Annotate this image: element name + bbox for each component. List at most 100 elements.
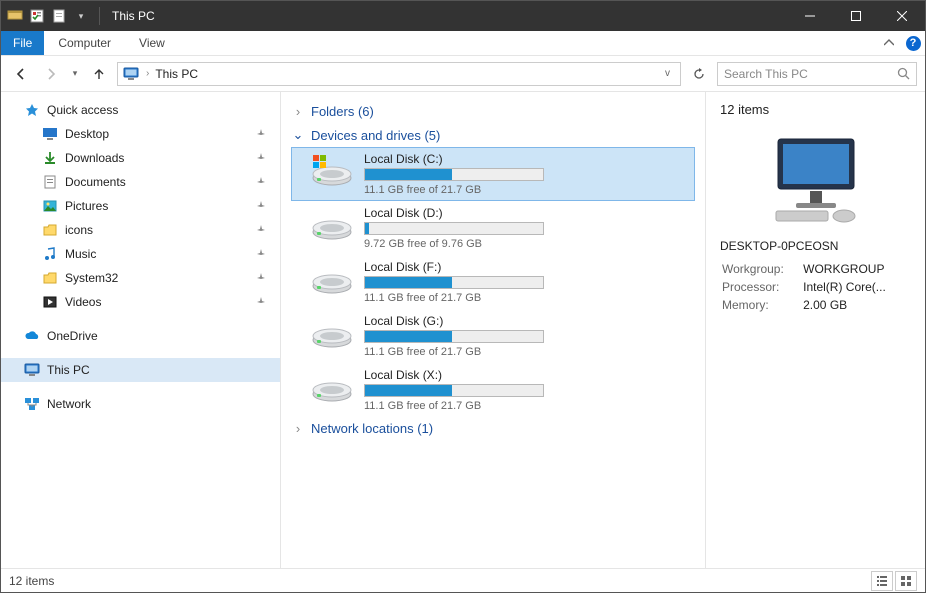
pin-icon xyxy=(256,297,266,307)
details-table: Workgroup:WORKGROUPProcessor:Intel(R) Co… xyxy=(720,259,911,315)
quick-access-icon xyxy=(23,101,41,119)
drive-icon xyxy=(310,206,354,242)
maximize-button[interactable] xyxy=(833,1,879,31)
details-row: Memory:2.00 GB xyxy=(722,297,909,313)
sidebar-pinned-item[interactable]: Videos xyxy=(1,290,280,314)
ribbon-collapse-button[interactable] xyxy=(877,31,901,55)
drive-name: Local Disk (D:) xyxy=(364,206,564,222)
drive-usage-bar xyxy=(364,222,544,235)
qat-dropdown-icon[interactable]: ▾ xyxy=(73,8,89,24)
drive-name: Local Disk (X:) xyxy=(364,368,564,384)
file-menu[interactable]: File xyxy=(1,31,44,55)
ribbon: File Computer View ? xyxy=(1,31,925,56)
refresh-button[interactable] xyxy=(687,62,711,86)
pin-icon xyxy=(256,153,266,163)
address-dropdown[interactable]: v xyxy=(659,68,676,79)
sidebar-pinned-item[interactable]: Pictures xyxy=(1,194,280,218)
breadcrumb[interactable]: This PC xyxy=(155,67,653,81)
quick-access-toolbar: ▾ xyxy=(1,7,104,25)
this-pc-icon xyxy=(122,65,140,83)
drive-name: Local Disk (C:) xyxy=(364,152,564,168)
title-bar: ▾ This PC xyxy=(1,1,925,31)
status-text: 12 items xyxy=(9,574,54,588)
help-button[interactable]: ? xyxy=(901,31,925,55)
chevron-right-icon: › xyxy=(146,68,149,79)
pc-name: DESKTOP-0PCEOSN xyxy=(720,239,911,259)
sidebar-item-label: Network xyxy=(47,397,91,411)
nav-recent-dropdown[interactable]: ▾ xyxy=(69,62,81,86)
drive-info: Local Disk (G:)11.1 GB free of 21.7 GB xyxy=(364,314,564,358)
nav-back-button[interactable] xyxy=(9,62,33,86)
music-icon xyxy=(41,245,59,263)
folder-icon xyxy=(41,269,59,287)
pin-icon xyxy=(256,201,266,211)
view-large-icons-button[interactable] xyxy=(895,571,917,591)
details-key: Processor: xyxy=(722,279,801,295)
qat-properties-icon[interactable] xyxy=(29,8,45,24)
window-title: This PC xyxy=(112,9,155,23)
nav-up-button[interactable] xyxy=(87,62,111,86)
sidebar-onedrive[interactable]: OneDrive xyxy=(1,324,280,348)
details-key: Memory: xyxy=(722,297,801,313)
sidebar-network[interactable]: Network xyxy=(1,392,280,416)
search-icon[interactable] xyxy=(890,67,916,80)
drive-name: Local Disk (G:) xyxy=(364,314,564,330)
app-icon xyxy=(7,8,23,24)
chevron-right-icon: › xyxy=(291,104,305,119)
nav-forward-button[interactable] xyxy=(39,62,63,86)
sidebar-pinned-item[interactable]: Music xyxy=(1,242,280,266)
address-bar[interactable]: › This PC v xyxy=(117,62,681,86)
drive-usage-bar xyxy=(364,168,544,181)
drive-free-text: 9.72 GB free of 9.76 GB xyxy=(364,235,564,250)
content-area: › Folders (6) ⌄ Devices and drives (5) L… xyxy=(281,92,925,568)
drive-icon xyxy=(310,260,354,296)
drive-name: Local Disk (F:) xyxy=(364,260,564,276)
onedrive-icon xyxy=(23,327,41,345)
details-value: 2.00 GB xyxy=(803,297,909,313)
group-network-header[interactable]: › Network locations (1) xyxy=(291,417,695,440)
drive-item[interactable]: Local Disk (F:)11.1 GB free of 21.7 GB xyxy=(291,255,695,309)
network-icon xyxy=(23,395,41,413)
tab-view[interactable]: View xyxy=(125,31,179,55)
drive-info: Local Disk (D:) 9.72 GB free of 9.76 GB xyxy=(364,206,564,250)
group-devices-header[interactable]: ⌄ Devices and drives (5) xyxy=(291,123,695,147)
details-row: Processor:Intel(R) Core(... xyxy=(722,279,909,295)
sidebar-pinned-item[interactable]: Downloads xyxy=(1,146,280,170)
sidebar-pinned-item[interactable]: System32 xyxy=(1,266,280,290)
group-folders-header[interactable]: › Folders (6) xyxy=(291,100,695,123)
pin-icon xyxy=(256,225,266,235)
nav-row: ▾ › This PC v xyxy=(1,56,925,92)
drive-item[interactable]: Local Disk (G:)11.1 GB free of 21.7 GB xyxy=(291,309,695,363)
drive-icon xyxy=(310,368,354,404)
file-label: File xyxy=(13,36,32,50)
tab-computer[interactable]: Computer xyxy=(44,31,125,55)
drive-item[interactable]: Local Disk (C:)11.1 GB free of 21.7 GB xyxy=(291,147,695,201)
documents-icon xyxy=(41,173,59,191)
help-icon: ? xyxy=(906,36,921,51)
minimize-button[interactable] xyxy=(787,1,833,31)
drive-info: Local Disk (X:)11.1 GB free of 21.7 GB xyxy=(364,368,564,412)
sidebar-this-pc[interactable]: This PC xyxy=(1,358,280,382)
drive-info: Local Disk (C:)11.1 GB free of 21.7 GB xyxy=(364,152,564,196)
sidebar-item-label: This PC xyxy=(47,363,90,377)
sidebar-pinned-item[interactable]: icons xyxy=(1,218,280,242)
search-input[interactable] xyxy=(718,67,890,81)
divider xyxy=(99,7,100,25)
search-box[interactable] xyxy=(717,62,917,86)
pictures-icon xyxy=(41,197,59,215)
this-pc-icon xyxy=(23,361,41,379)
window-controls xyxy=(787,1,925,31)
qat-new-folder-icon[interactable] xyxy=(51,8,67,24)
view-details-button[interactable] xyxy=(871,571,893,591)
videos-icon xyxy=(41,293,59,311)
downloads-icon xyxy=(41,149,59,167)
sidebar-quick-access[interactable]: Quick access xyxy=(1,98,280,122)
drive-usage-bar xyxy=(364,384,544,397)
close-button[interactable] xyxy=(879,1,925,31)
sidebar-pinned-item[interactable]: Documents xyxy=(1,170,280,194)
drive-item[interactable]: Local Disk (D:) 9.72 GB free of 9.76 GB xyxy=(291,201,695,255)
drive-item[interactable]: Local Disk (X:)11.1 GB free of 21.7 GB xyxy=(291,363,695,417)
sidebar-pinned-item[interactable]: Desktop xyxy=(1,122,280,146)
sidebar-item-label: Videos xyxy=(65,295,101,309)
sidebar-item-label: Pictures xyxy=(65,199,108,213)
